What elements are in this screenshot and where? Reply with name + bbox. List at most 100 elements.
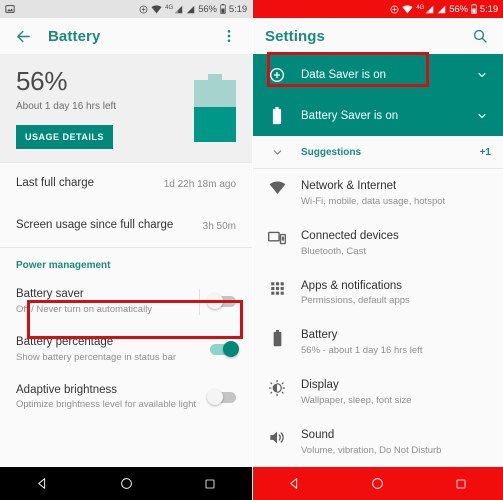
battery-screen: 4G 56% 5:19 Battery 56% About 1 day 16 h… bbox=[0, 0, 252, 500]
row-label: Screen usage since full charge bbox=[16, 219, 174, 232]
chevron-down-icon[interactable] bbox=[473, 110, 491, 122]
signal-bars-icon bbox=[437, 5, 446, 14]
chevron-down-icon[interactable] bbox=[473, 69, 491, 81]
battery-icon bbox=[471, 4, 477, 14]
battery-graphic-fill bbox=[194, 107, 236, 142]
battery-percentage-switch[interactable] bbox=[210, 341, 239, 358]
item-title: Network & Internet bbox=[301, 180, 397, 192]
page-title: Battery bbox=[48, 27, 101, 45]
nav-bar-left bbox=[0, 467, 252, 500]
image-icon bbox=[5, 4, 15, 14]
item-subtitle: Volume, vibration, Do Not Disturb bbox=[301, 444, 442, 456]
settings-item-sound[interactable]: Sound Volume, vibration, Do Not Disturb bbox=[253, 417, 503, 467]
item-subtitle: Bluetooth, Cast bbox=[301, 245, 366, 257]
data-saver-icon bbox=[139, 5, 148, 14]
banner-battery-saver[interactable]: Battery Saver is on bbox=[253, 95, 503, 136]
wifi-icon bbox=[265, 179, 289, 195]
suggestions-label: Suggestions bbox=[301, 146, 362, 158]
item-subtitle: Permissions, default apps bbox=[301, 295, 410, 307]
apps-grid-icon bbox=[265, 279, 289, 296]
clock-label: 5:19 bbox=[228, 3, 247, 15]
battery-percent-label: 56% bbox=[449, 3, 468, 15]
banner-label: Data Saver is on bbox=[301, 68, 387, 81]
battery-icon bbox=[265, 106, 289, 125]
search-icon[interactable] bbox=[469, 25, 491, 47]
toggle-title: Adaptive brightness bbox=[16, 383, 118, 396]
battery-summary-card: 56% About 1 day 16 hrs left USAGE DETAIL… bbox=[0, 54, 252, 162]
item-title: Connected devices bbox=[301, 229, 399, 242]
wifi-icon bbox=[151, 4, 162, 14]
clock-label: 5:19 bbox=[479, 3, 498, 15]
nav-recents-square-icon[interactable] bbox=[193, 467, 227, 500]
battery-graphic bbox=[194, 74, 236, 146]
signal-bars-icon bbox=[425, 5, 434, 14]
devices-icon bbox=[265, 229, 289, 245]
banner-label: Battery Saver is on bbox=[301, 109, 399, 122]
settings-item-network-internet[interactable]: Network & Internet Wi-Fi, mobile, data u… bbox=[253, 169, 503, 219]
item-subtitle: Wi-Fi, mobile, data usage, hotspot bbox=[301, 195, 446, 207]
battery-percent-label: 56% bbox=[198, 3, 217, 15]
item-title: Battery bbox=[301, 329, 338, 342]
adaptive-brightness-switch[interactable] bbox=[207, 388, 236, 405]
battery-graphic-body bbox=[194, 80, 236, 142]
row-adaptive-brightness[interactable]: Adaptive brightness Optimize brightness … bbox=[0, 373, 252, 422]
usage-details-button[interactable]: USAGE DETAILS bbox=[16, 125, 113, 149]
battery-icon bbox=[265, 328, 289, 347]
nav-back-triangle-icon[interactable] bbox=[278, 467, 312, 500]
chevron-down-icon[interactable] bbox=[265, 146, 289, 159]
dual-screenshot: 4G 56% 5:19 Battery 56% About 1 day 16 h… bbox=[0, 0, 503, 500]
wifi-icon bbox=[402, 4, 413, 14]
row-last-full-charge[interactable]: Last full charge 1d 22h 18m ago bbox=[0, 163, 252, 205]
row-battery-saver[interactable]: Battery saver Off / Never turn on automa… bbox=[0, 278, 252, 326]
battery-icon bbox=[220, 4, 226, 14]
battery-toolbar: Battery bbox=[0, 18, 252, 54]
toggle-title: Battery saver bbox=[16, 288, 84, 300]
network-type-label: 4G bbox=[416, 4, 425, 11]
banner-data-saver[interactable]: Data Saver is on bbox=[253, 54, 503, 95]
settings-item-battery[interactable]: Battery 56% - about 1 day 16 hrs left bbox=[253, 318, 503, 368]
vertical-divider bbox=[199, 289, 200, 315]
settings-item-apps-notifications[interactable]: Apps & notifications Permissions, defaul… bbox=[253, 268, 503, 319]
suggestions-count: +1 bbox=[479, 146, 491, 158]
item-title: Apps & notifications bbox=[301, 279, 403, 292]
battery-estimate-label: About 1 day 16 hrs left bbox=[16, 101, 117, 112]
status-bar-left: 4G 56% 5:19 bbox=[0, 0, 252, 18]
toggle-subtitle: Optimize brightness level for available … bbox=[16, 399, 197, 411]
row-value: 1d 22h 18m ago bbox=[163, 178, 236, 190]
data-saver-icon bbox=[390, 5, 399, 14]
toggle-subtitle: Show battery percentage in status bar bbox=[16, 351, 177, 363]
data-saver-icon bbox=[265, 67, 289, 83]
more-vert-icon[interactable] bbox=[218, 25, 240, 47]
item-subtitle: 56% - about 1 day 16 hrs left bbox=[301, 345, 423, 357]
settings-item-connected-devices[interactable]: Connected devices Bluetooth, Cast bbox=[253, 218, 503, 269]
page-title: Settings bbox=[265, 27, 325, 45]
network-type-label: 4G bbox=[165, 4, 174, 11]
battery-percent-big: 56% bbox=[16, 66, 68, 96]
nav-bar-right bbox=[253, 467, 503, 500]
settings-toolbar: Settings bbox=[253, 18, 503, 54]
section-header-power-management: Power management bbox=[0, 248, 252, 278]
row-suggestions[interactable]: Suggestions +1 bbox=[253, 136, 503, 168]
back-arrow-icon[interactable] bbox=[12, 25, 34, 47]
item-title: Display bbox=[301, 379, 339, 391]
row-screen-usage[interactable]: Screen usage since full charge 3h 50m bbox=[0, 205, 252, 247]
toggle-subtitle: Off / Never turn on automatically bbox=[16, 303, 153, 315]
settings-item-display[interactable]: Display Wallpaper, sleep, font size bbox=[253, 368, 503, 418]
battery-saver-switch[interactable] bbox=[207, 293, 236, 310]
settings-scroll-area[interactable]: Data Saver is on Battery Saver is on Sug… bbox=[253, 54, 503, 467]
status-bar-right: 4G 56% 5:19 bbox=[253, 0, 503, 18]
item-subtitle: Wallpaper, sleep, font size bbox=[301, 394, 412, 406]
row-label: Last full charge bbox=[16, 177, 94, 190]
battery-scroll-area[interactable]: 56% About 1 day 16 hrs left USAGE DETAIL… bbox=[0, 54, 252, 467]
item-title: Sound bbox=[301, 428, 335, 441]
settings-screen: 4G 56% 5:19 Settings Data Saver is on Ba… bbox=[252, 0, 503, 500]
nav-recents-square-icon[interactable] bbox=[444, 467, 478, 500]
nav-back-triangle-icon[interactable] bbox=[25, 467, 59, 500]
nav-home-circle-icon[interactable] bbox=[109, 467, 143, 500]
volume-icon bbox=[265, 428, 289, 445]
nav-home-circle-icon[interactable] bbox=[361, 467, 395, 500]
toggle-title: Battery percentage bbox=[16, 335, 114, 348]
row-battery-percentage[interactable]: Battery percentage Show battery percenta… bbox=[0, 325, 252, 374]
signal-bars-icon bbox=[186, 5, 195, 14]
brightness-icon bbox=[265, 378, 289, 396]
